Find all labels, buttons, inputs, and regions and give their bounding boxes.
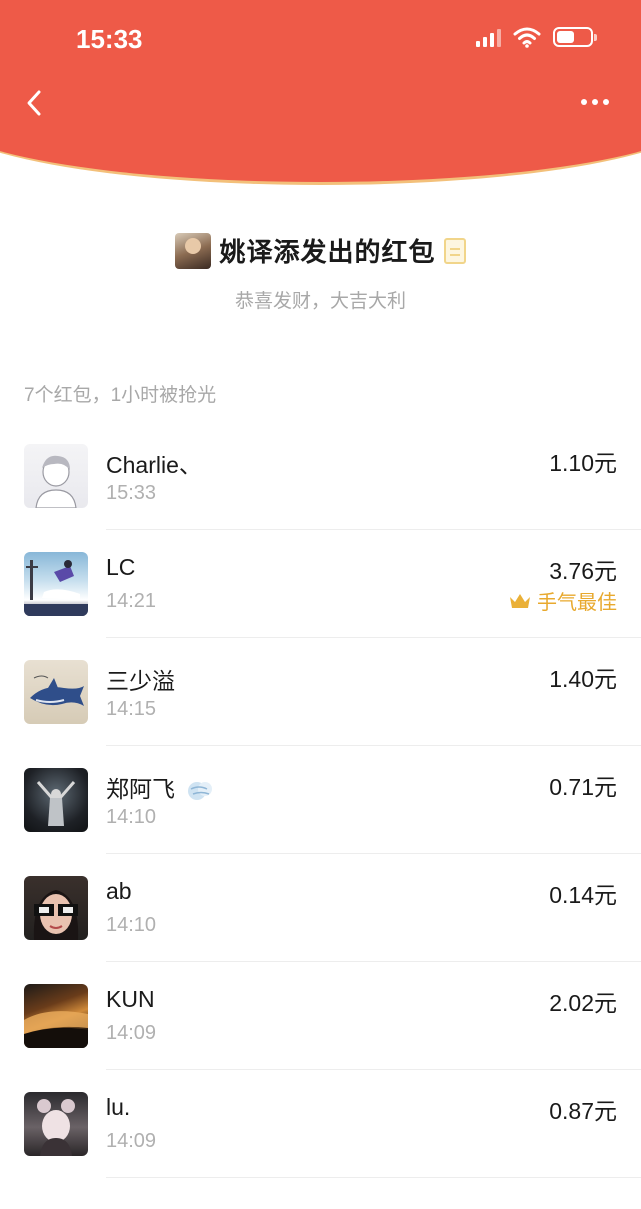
- more-dots-icon: [581, 99, 587, 105]
- recipient-list: Charlie、 15:33 1.10元 LC 14:21 3.76元 手气最佳…: [0, 422, 641, 1178]
- red-packet-detail-page: 15:33 姚译添发出的红包 恭喜发财，大吉大利 7个红包，1小时被抢光 Cha…: [0, 0, 641, 1209]
- status-icons: [476, 26, 597, 48]
- avatar[interactable]: [24, 876, 88, 940]
- receive-time: 14:15: [106, 698, 157, 720]
- packet-summary: 7个红包，1小时被抢光: [24, 385, 217, 406]
- receive-time: 14:10: [106, 914, 157, 936]
- received-amount: 0.14元: [549, 882, 617, 908]
- received-amount: 1.40元: [549, 666, 617, 692]
- more-button[interactable]: [581, 92, 615, 112]
- receive-time: 14:09: [106, 1022, 157, 1044]
- avatar[interactable]: [24, 768, 88, 832]
- list-item[interactable]: 郑阿飞 14:10 0.71元: [0, 746, 641, 854]
- recipient-name: ab: [106, 878, 132, 904]
- received-amount: 0.71元: [549, 774, 617, 800]
- list-item[interactable]: 三少溢 14:15 1.40元: [0, 638, 641, 746]
- recipient-name: Charlie、: [106, 452, 202, 478]
- sender-avatar[interactable]: [175, 232, 212, 269]
- receive-time: 14:10: [106, 806, 157, 828]
- list-item[interactable]: LC 14:21 3.76元 手气最佳: [0, 530, 641, 638]
- best-luck-label: 手气最佳: [537, 592, 617, 614]
- title-row: 姚译添发出的红包: [0, 232, 641, 269]
- wind-emoji-icon: [188, 781, 213, 800]
- status-time: 15:33: [76, 24, 143, 54]
- received-amount: 1.10元: [549, 450, 617, 476]
- recipient-name: 郑阿飞: [106, 770, 215, 804]
- list-item[interactable]: Charlie、 15:33 1.10元: [0, 422, 641, 530]
- receive-time: 14:21: [106, 590, 157, 612]
- chevron-left-icon: [27, 90, 41, 116]
- greeting-subtitle: 恭喜发财，大吉大利: [234, 291, 406, 312]
- avatar[interactable]: [24, 444, 88, 508]
- received-amount: 0.87元: [549, 1098, 617, 1124]
- recipient-name: KUN: [106, 986, 155, 1012]
- avatar[interactable]: [24, 984, 88, 1048]
- recipient-name: LC: [106, 554, 136, 580]
- list-item[interactable]: ab 14:10 0.14元: [0, 854, 641, 962]
- wifi-icon: [513, 27, 541, 48]
- received-amount: 2.02元: [549, 990, 617, 1016]
- list-item[interactable]: KUN 14:09 2.02元: [0, 962, 641, 1070]
- list-item[interactable]: lu. 14:09 0.87元: [0, 1070, 641, 1178]
- avatar[interactable]: [24, 552, 88, 616]
- battery-icon: [553, 27, 597, 47]
- divider: [106, 1177, 641, 1178]
- avatar[interactable]: [24, 1092, 88, 1156]
- recipient-name: lu.: [106, 1094, 131, 1120]
- back-button[interactable]: [20, 86, 50, 120]
- receive-time: 15:33: [106, 482, 157, 504]
- best-luck-badge: 手气最佳: [509, 586, 617, 615]
- signal-icon: [476, 27, 501, 47]
- recipient-name: 三少溢: [106, 668, 175, 694]
- note-icon[interactable]: [443, 237, 466, 264]
- avatar[interactable]: [24, 660, 88, 724]
- crown-icon: [510, 593, 530, 608]
- received-amount: 3.76元: [549, 558, 617, 584]
- page-title: 姚译添发出的红包: [219, 237, 436, 267]
- receive-time: 14:09: [106, 1130, 157, 1152]
